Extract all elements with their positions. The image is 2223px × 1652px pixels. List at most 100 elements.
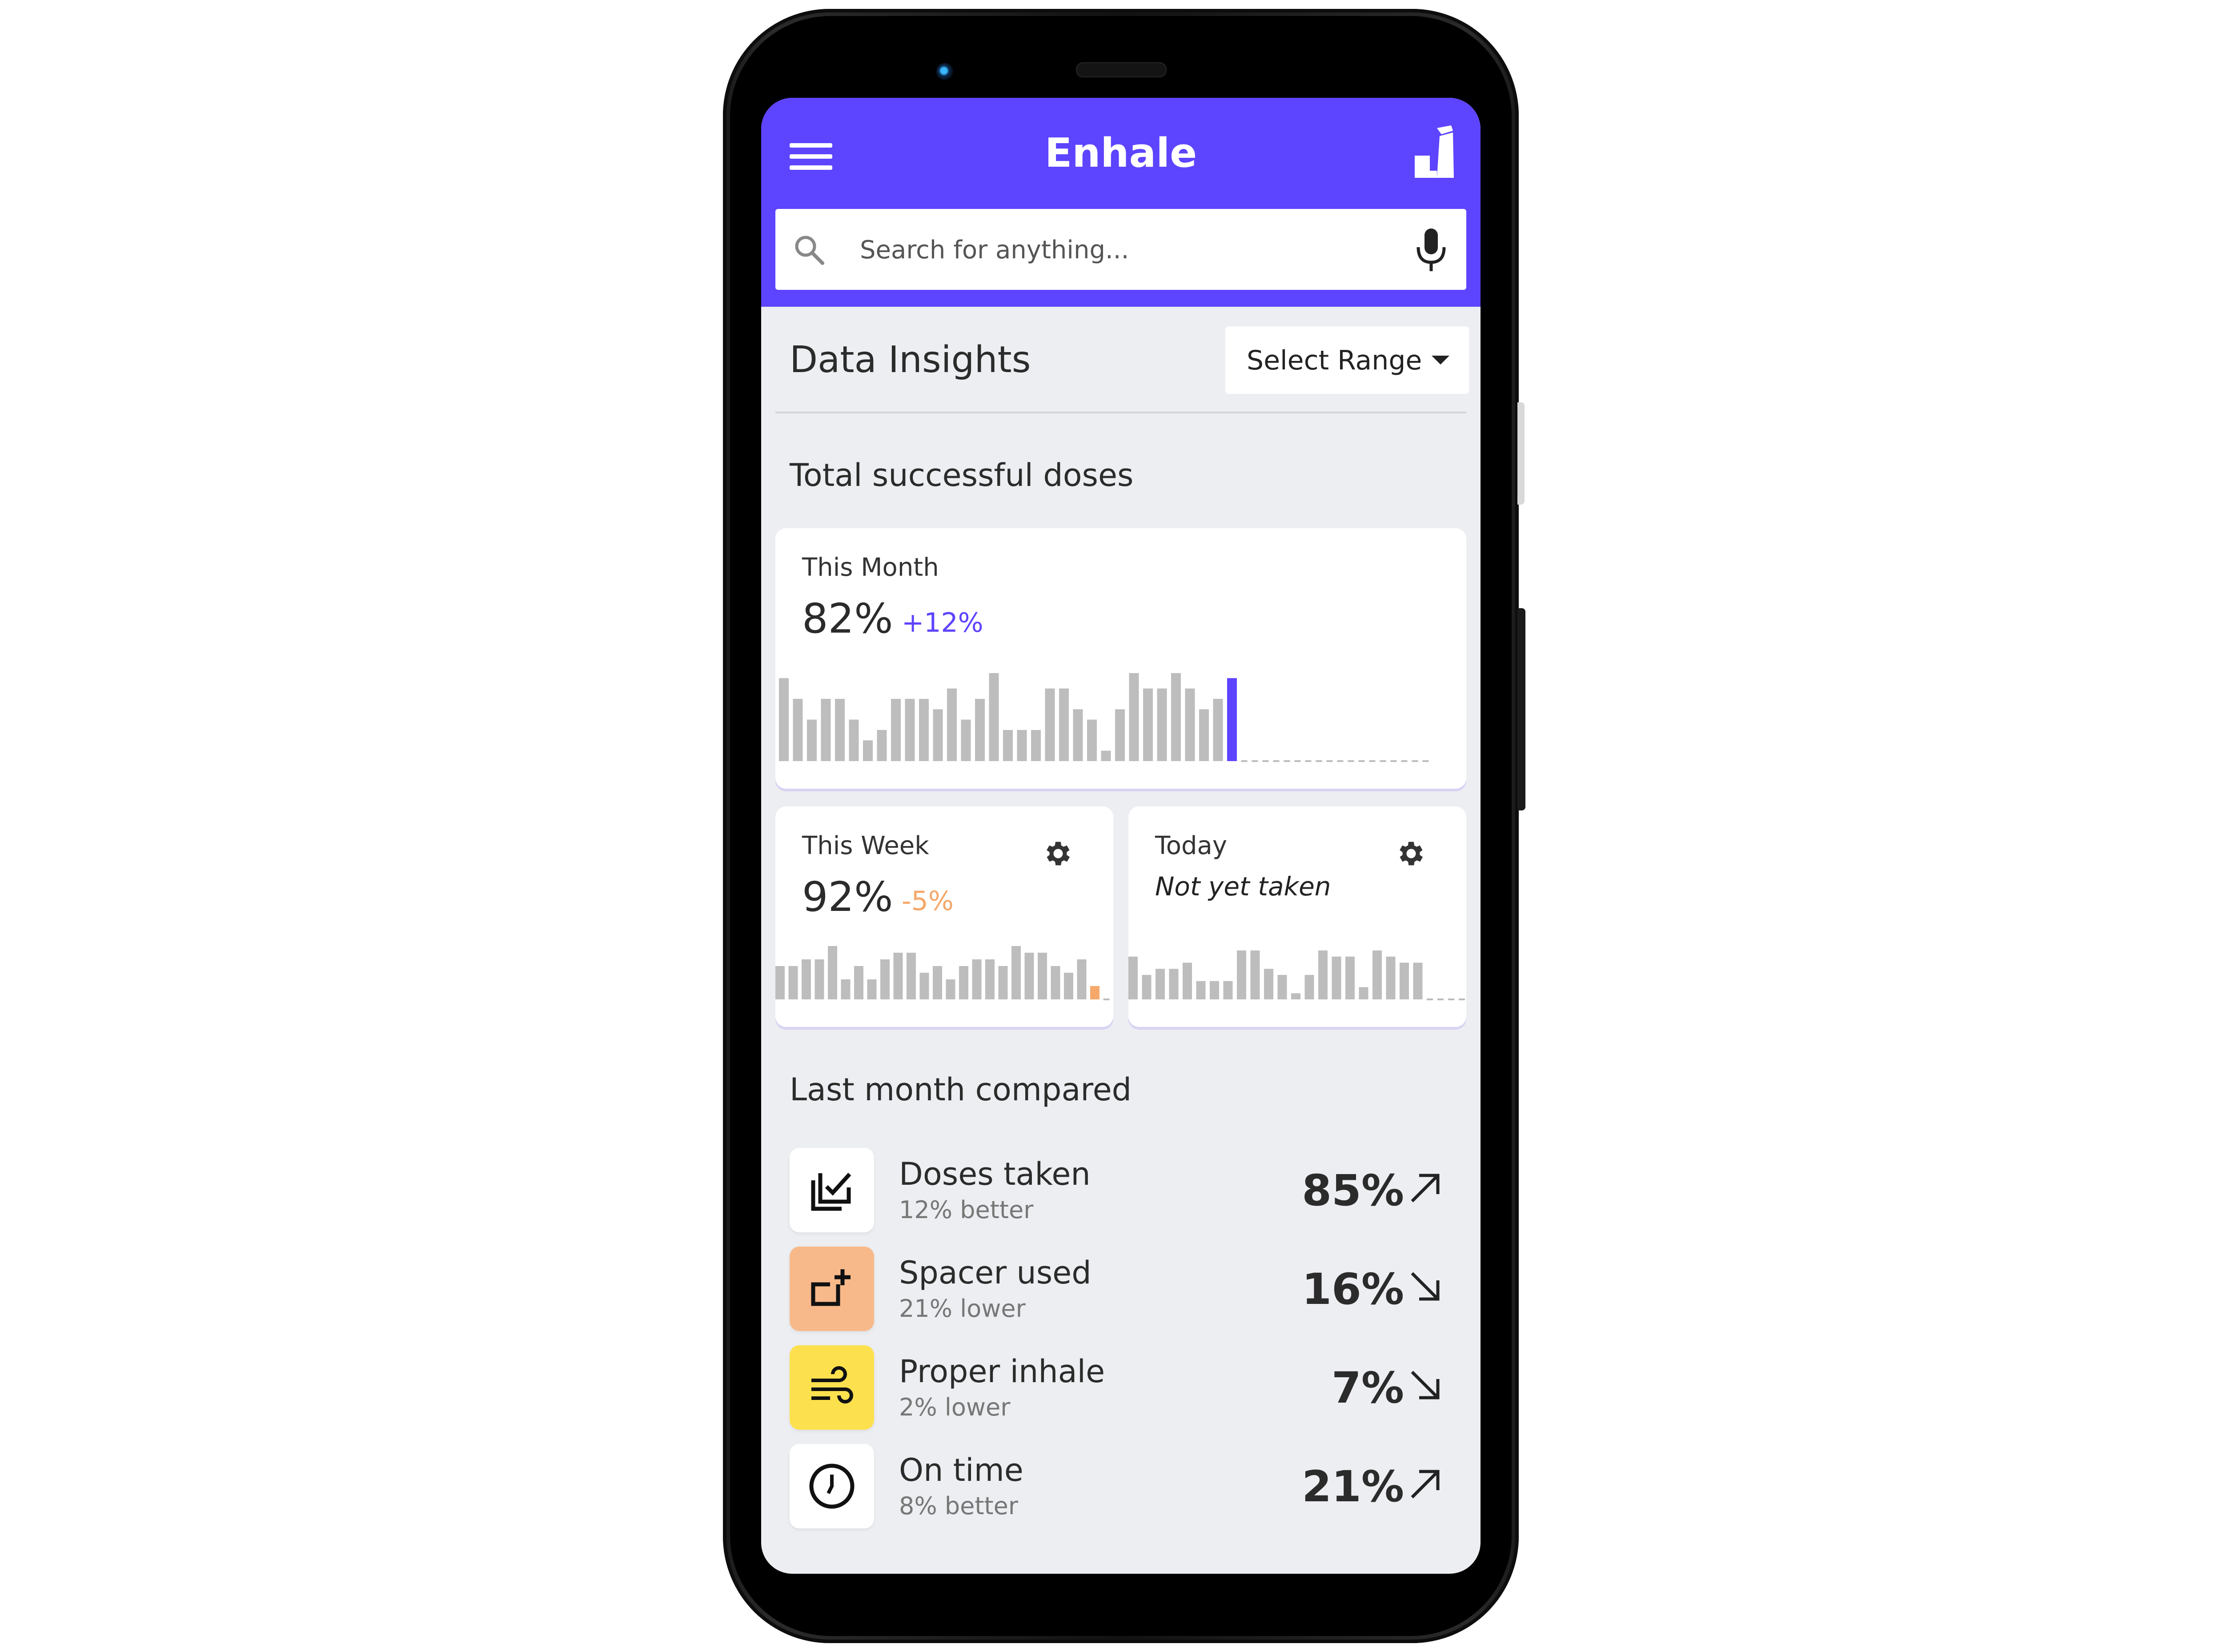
row-subtitle: 2% lower	[899, 1393, 1011, 1421]
chart-bar	[807, 719, 817, 761]
chart-bar	[815, 959, 824, 999]
chart-bar	[1291, 993, 1300, 999]
chart-bar	[1011, 946, 1021, 999]
chart-bar	[1064, 973, 1073, 999]
chart-bar	[849, 719, 859, 761]
chart-bar	[919, 699, 929, 761]
chart-bar	[1345, 956, 1355, 999]
comparison-row-on-time[interactable]: On time 8% better 21%	[790, 1444, 1453, 1528]
chart-bar	[1003, 730, 1013, 761]
chart-bar	[933, 709, 943, 761]
chart-bar	[867, 979, 877, 999]
chart-bar	[947, 688, 957, 761]
app-header: Enhale	[761, 98, 1481, 307]
row-value: 85%	[1302, 1166, 1404, 1215]
clock-icon	[809, 1464, 855, 1509]
this-week-card[interactable]: This Week 92% -5%	[775, 806, 1113, 1027]
chart-bar	[1169, 969, 1179, 999]
arrow-down-right-icon	[1411, 1371, 1440, 1399]
today-bar-chart	[1128, 950, 1466, 1000]
row-value: 21%	[1302, 1462, 1404, 1512]
chart-bar	[1038, 953, 1047, 999]
chart-bar	[989, 673, 999, 761]
chart-bar	[877, 730, 887, 761]
chart-bar	[1196, 981, 1206, 999]
chart-bar	[1413, 962, 1423, 999]
this-week-label: This Week	[802, 831, 929, 860]
chart-bar	[1051, 966, 1060, 999]
comparison-row-spacer-used[interactable]: Spacer used 21% lower 16%	[790, 1247, 1453, 1331]
checklist-icon	[811, 1172, 851, 1211]
search-input[interactable]	[860, 228, 1349, 272]
chart-bar	[793, 699, 803, 761]
this-month-card[interactable]: This Month 82% +12%	[775, 528, 1466, 789]
microphone-icon[interactable]	[1411, 227, 1451, 273]
chart-bar	[905, 699, 915, 761]
row-title: Spacer used	[899, 1255, 1091, 1291]
chart-bar	[985, 959, 995, 999]
chart-bar	[1400, 962, 1409, 999]
chart-bar	[1024, 953, 1034, 999]
chart-bar	[1157, 688, 1167, 761]
app-title: Enhale	[1044, 130, 1197, 176]
chart-bar	[1277, 975, 1287, 999]
row-subtitle: 21% lower	[899, 1295, 1026, 1323]
row-value: 7%	[1332, 1363, 1404, 1413]
gear-icon[interactable]	[1042, 838, 1074, 870]
chart-bar	[907, 953, 916, 999]
row-subtitle: 8% better	[899, 1492, 1019, 1520]
chart-bar	[1101, 750, 1111, 761]
chart-bar	[775, 966, 785, 999]
chart-bar	[1087, 719, 1097, 761]
chart-bar	[919, 973, 929, 999]
comparison-row-proper-inhale[interactable]: Proper inhale 2% lower 7%	[790, 1345, 1453, 1430]
chart-bar	[788, 966, 798, 999]
power-button	[1517, 608, 1525, 810]
spacer-icon	[811, 1269, 851, 1306]
this-month-change: +12%	[902, 607, 983, 638]
chart-bar	[961, 719, 971, 761]
gear-icon[interactable]	[1395, 838, 1427, 870]
chart-bar	[1171, 673, 1181, 761]
page-title: Data Insights	[790, 339, 1031, 381]
chart-bar	[1143, 688, 1153, 761]
chart-bar	[893, 953, 903, 999]
on-time-icon-box	[790, 1444, 874, 1528]
this-week-value: 92%	[802, 873, 893, 921]
chart-bar	[1213, 699, 1223, 761]
today-card[interactable]: Today Not yet taken	[1128, 806, 1466, 1027]
row-title: On time	[899, 1452, 1023, 1488]
chart-bar	[863, 740, 873, 761]
chart-bar	[1332, 956, 1341, 999]
chart-bar	[1115, 709, 1125, 761]
doses-section-title: Total successful doses	[790, 457, 1134, 493]
row-title: Doses taken	[899, 1156, 1091, 1192]
chart-bar	[1059, 688, 1069, 761]
select-range-dropdown[interactable]: Select Range	[1225, 326, 1469, 394]
arrow-up-right-icon	[1411, 1174, 1440, 1203]
chart-bar	[1128, 956, 1138, 999]
comparison-row-doses-taken[interactable]: Doses taken 12% better 85%	[790, 1148, 1453, 1232]
comparison-section-title: Last month compared	[790, 1071, 1132, 1108]
doses-taken-icon-box	[790, 1148, 874, 1232]
chart-bar	[1250, 950, 1260, 999]
inhaler-icon[interactable]	[1410, 124, 1459, 182]
front-camera	[936, 63, 953, 80]
chart-bar	[1183, 962, 1192, 999]
chart-bar	[1227, 678, 1237, 761]
chart-bar	[828, 946, 837, 999]
chart-bar	[946, 979, 955, 999]
chart-bar	[1077, 959, 1087, 999]
chart-bar	[854, 966, 863, 999]
chart-bar	[998, 966, 1008, 999]
chart-bar	[1199, 709, 1209, 761]
chart-bar	[835, 699, 845, 761]
chart-bar	[802, 959, 811, 999]
chart-bar	[1223, 981, 1233, 999]
arrow-up-right-icon	[1411, 1470, 1440, 1499]
chart-bar	[821, 699, 831, 761]
today-label: Today	[1155, 831, 1227, 860]
chart-bar	[1264, 969, 1273, 999]
today-note: Not yet taken	[1155, 871, 1331, 902]
proper-inhale-icon-box	[790, 1345, 874, 1430]
